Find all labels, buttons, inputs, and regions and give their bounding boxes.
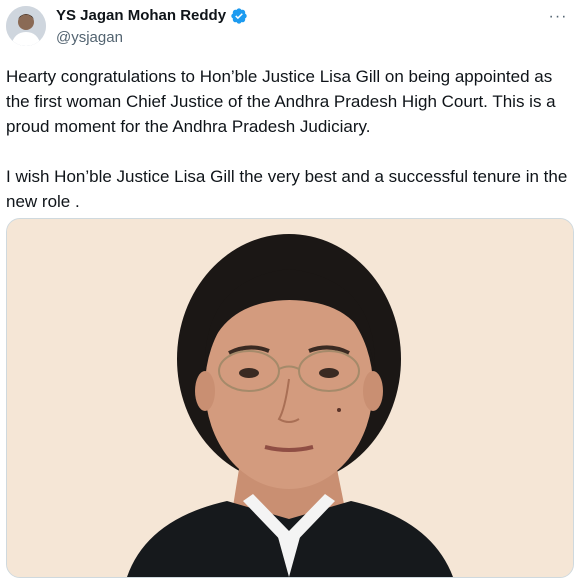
avatar[interactable] [6,6,46,46]
author-name-row: YS Jagan Mohan Reddy [56,6,248,26]
tweet-paragraph: I wish Hon’ble Justice Lisa Gill the ver… [6,167,568,211]
user-handle[interactable]: @ysjagan [56,28,123,48]
avatar-image [6,6,46,46]
tweet-header: YS Jagan Mohan Reddy @ysjagan ··· [0,0,580,56]
display-name[interactable]: YS Jagan Mohan Reddy [56,6,226,26]
portrait-image [7,219,573,577]
more-options-icon[interactable]: ··· [544,6,572,28]
tweet-paragraph: Hearty congratulations to Hon’ble Justic… [6,67,556,136]
tweet-text: Hearty congratulations to Hon’ble Justic… [6,64,572,214]
verified-badge-icon[interactable] [230,7,248,25]
tweet-media-photo[interactable] [6,218,574,578]
